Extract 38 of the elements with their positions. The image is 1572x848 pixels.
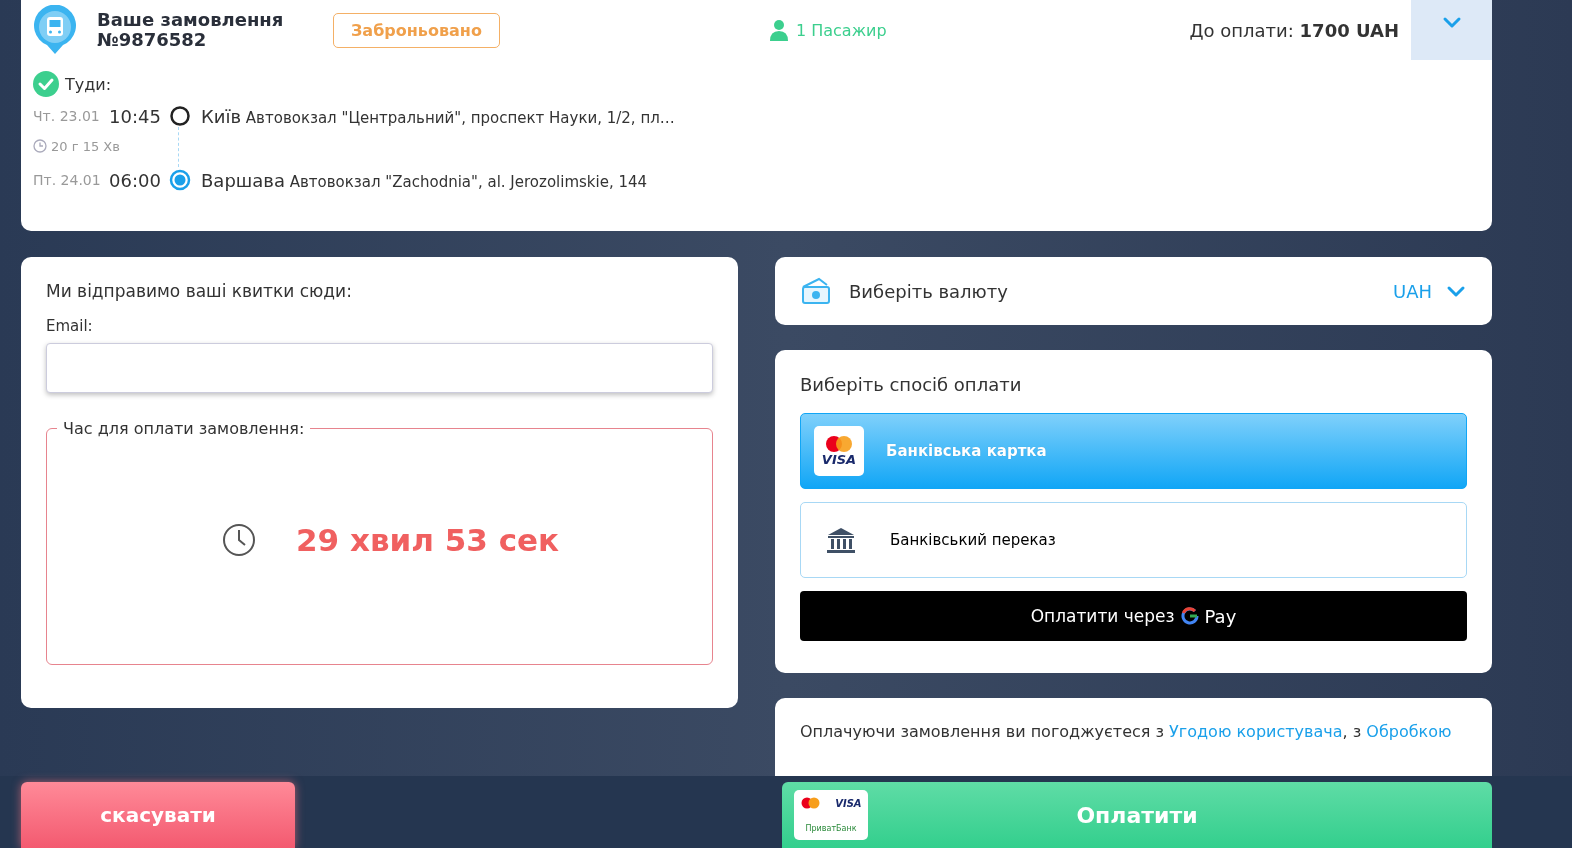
filled-stop-marker-icon bbox=[169, 169, 191, 191]
stop-time: 10:45 bbox=[109, 105, 162, 127]
checkout-button[interactable]: VISA ПриватБанк Оплатити bbox=[782, 782, 1492, 848]
section-heading: Ми відправимо ваші квитки сюди: bbox=[46, 281, 353, 301]
money-icon bbox=[801, 277, 831, 305]
amount-text: До оплати: 1700 UAH bbox=[1189, 19, 1399, 41]
g-logo-icon bbox=[1180, 607, 1199, 625]
order-number: №9876582 bbox=[97, 30, 208, 50]
clock-icon bbox=[33, 139, 47, 153]
check-circle-icon bbox=[33, 71, 59, 97]
passenger-count: 1 Пасажир bbox=[795, 20, 887, 40]
currency-selector[interactable]: Виберіть валюту UAH bbox=[775, 257, 1492, 325]
trip-duration: 20 г 15 Хв bbox=[51, 138, 120, 154]
terms-text: Оплачуючи замовлення ви погоджуєтеся з Угодою користувача, з Обробкою bbox=[800, 722, 1453, 741]
section-heading: Виберіть спосіб оплати bbox=[800, 374, 1023, 395]
stop-date: Пт. 24.01 bbox=[33, 172, 102, 188]
stop-address: Київ Автовокзал "Центральний", проспект Науки, 1/2, пл… bbox=[201, 105, 675, 127]
email-label: Email: bbox=[46, 317, 94, 335]
bank-building-icon bbox=[826, 526, 856, 554]
payment-method-option[interactable]: Банківський переказ bbox=[800, 502, 1467, 578]
stop-date: Чт. 23.01 bbox=[33, 108, 101, 124]
status-badge: Заброньовано bbox=[333, 12, 500, 48]
stop-address: Варшава Автовокзал "Zachodnia", al. Jerozolimskie, 144 bbox=[201, 169, 648, 191]
bus-pin-icon bbox=[33, 5, 77, 55]
clock-icon bbox=[222, 523, 256, 557]
stop-time: 06:00 bbox=[109, 169, 162, 191]
email-input[interactable] bbox=[46, 343, 713, 393]
payment-logos: VISA ПриватБанк bbox=[794, 790, 868, 840]
card-logos-icon: VISA bbox=[814, 426, 864, 476]
person-icon bbox=[769, 19, 788, 41]
order-title: Ваше замовлення bbox=[97, 10, 285, 30]
countdown-text: 29 хвил 53 сек bbox=[296, 522, 560, 558]
gpay-button[interactable]: Оплатити через Pay bbox=[800, 591, 1467, 641]
payment-method-option[interactable]: VISA Банківська картка bbox=[800, 413, 1467, 489]
timer-legend: Час для оплати замовлення: bbox=[57, 419, 311, 438]
direction-label: Туди: bbox=[65, 74, 112, 94]
expand-button[interactable] bbox=[1411, 0, 1492, 60]
hollow-stop-marker-icon bbox=[169, 105, 191, 127]
